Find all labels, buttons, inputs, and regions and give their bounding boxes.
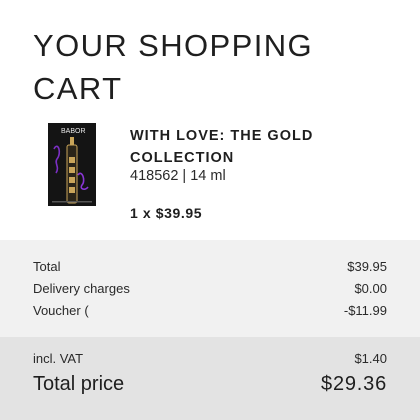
total-price-row: Total price $29.36 (33, 373, 387, 396)
product-quantity-price: 1 x $39.95 (130, 205, 203, 221)
voucher-value: -$11.99 (343, 302, 387, 318)
delivery-value: $0.00 (354, 280, 387, 296)
subtotal-row: Total $39.95 (33, 255, 387, 277)
product-image[interactable]: BABOR (48, 123, 96, 206)
cart-item: BABOR WITH LOVE: THE GOLD COLLECTION 418… (0, 118, 420, 230)
voucher-row: Voucher ( -$11.99 (33, 299, 387, 321)
subtotal-value: $39.95 (347, 258, 387, 274)
delivery-label: Delivery charges (33, 280, 130, 296)
order-totals: incl. VAT $1.40 Total price $29.36 (0, 337, 420, 420)
voucher-label: Voucher ( (33, 302, 89, 318)
page-title: YOUR SHOPPING CART (33, 28, 314, 106)
total-price-label: Total price (33, 373, 125, 395)
svg-text:BABOR: BABOR (61, 128, 86, 135)
vat-row: incl. VAT $1.40 (33, 351, 387, 366)
subtotal-label: Total (33, 258, 61, 274)
order-summary: Total $39.95 Delivery charges $0.00 Vouc… (0, 240, 420, 337)
product-name[interactable]: WITH LOVE: THE GOLD COLLECTION (130, 125, 390, 169)
total-price-value: $29.36 (321, 373, 387, 395)
vat-label: incl. VAT (33, 351, 84, 366)
vat-value: $1.40 (354, 351, 387, 366)
delivery-row: Delivery charges $0.00 (33, 277, 387, 299)
product-meta: 418562 | 14 ml (130, 168, 226, 184)
